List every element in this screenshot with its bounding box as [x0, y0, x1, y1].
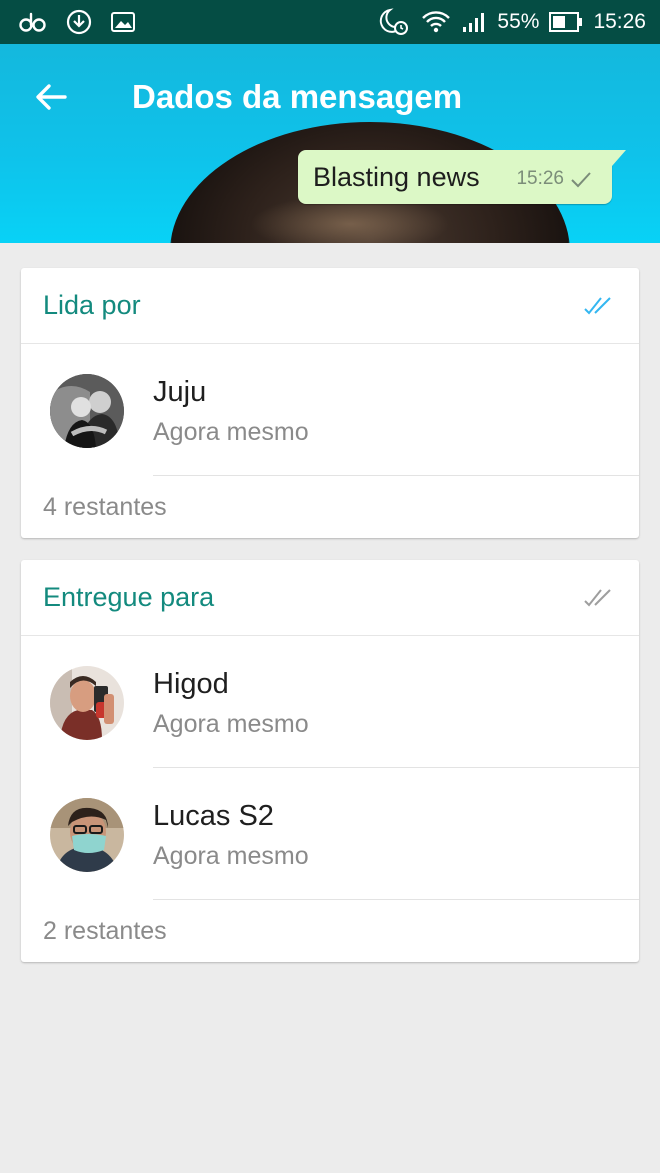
avatar — [50, 798, 124, 872]
battery-icon — [549, 11, 583, 33]
oo-icon — [18, 11, 48, 33]
contact-name: Higod — [153, 668, 229, 700]
clock: 15:26 — [593, 10, 646, 33]
status-bar: 55% 15:26 — [0, 0, 660, 44]
delivered-to-card: Entregue para Higod Agora mesmo Lucas S2… — [21, 560, 639, 962]
contact-row-lucas-s2[interactable]: Lucas S2 Agora mesmo — [21, 768, 639, 900]
message-time: 15:26 — [516, 168, 564, 189]
read-by-header: Lida por — [21, 268, 639, 344]
signal-icon — [461, 11, 487, 33]
contact-time: Agora mesmo — [153, 842, 309, 870]
divider — [153, 899, 639, 900]
double-check-blue-icon — [584, 296, 611, 314]
read-by-title: Lida por — [43, 290, 141, 320]
single-check-icon — [571, 172, 591, 188]
double-check-grey-icon — [584, 588, 611, 606]
read-remaining[interactable]: 4 restantes — [21, 476, 639, 538]
avatar — [50, 666, 124, 740]
read-by-card: Lida por Juju Agora mesmo 4 restantes — [21, 268, 639, 538]
battery-percent: 55% — [497, 10, 540, 33]
image-icon — [110, 11, 136, 33]
contact-name: Juju — [153, 376, 207, 408]
divider — [153, 475, 639, 476]
contact-row-higod[interactable]: Higod Agora mesmo — [21, 636, 639, 768]
message-text: Blasting news — [313, 161, 480, 192]
download-icon — [66, 9, 92, 35]
header: Dados da mensagem Blasting news 15:26 — [0, 44, 660, 243]
arrow-left-icon — [36, 84, 67, 110]
delivered-to-header: Entregue para — [21, 560, 639, 636]
delivered-to-title: Entregue para — [43, 582, 215, 612]
contact-name: Lucas S2 — [153, 800, 274, 832]
night-alarm-icon — [377, 7, 411, 37]
page-title: Dados da mensagem — [132, 78, 463, 115]
delivered-remaining[interactable]: 2 restantes — [21, 900, 639, 962]
message-bubble[interactable]: Blasting news 15:26 — [298, 150, 626, 204]
back-button[interactable] — [28, 74, 74, 120]
avatar — [50, 374, 124, 448]
contact-row-juju[interactable]: Juju Agora mesmo — [21, 344, 639, 476]
wifi-icon — [421, 9, 451, 35]
contact-time: Agora mesmo — [153, 418, 309, 446]
contact-time: Agora mesmo — [153, 710, 309, 738]
